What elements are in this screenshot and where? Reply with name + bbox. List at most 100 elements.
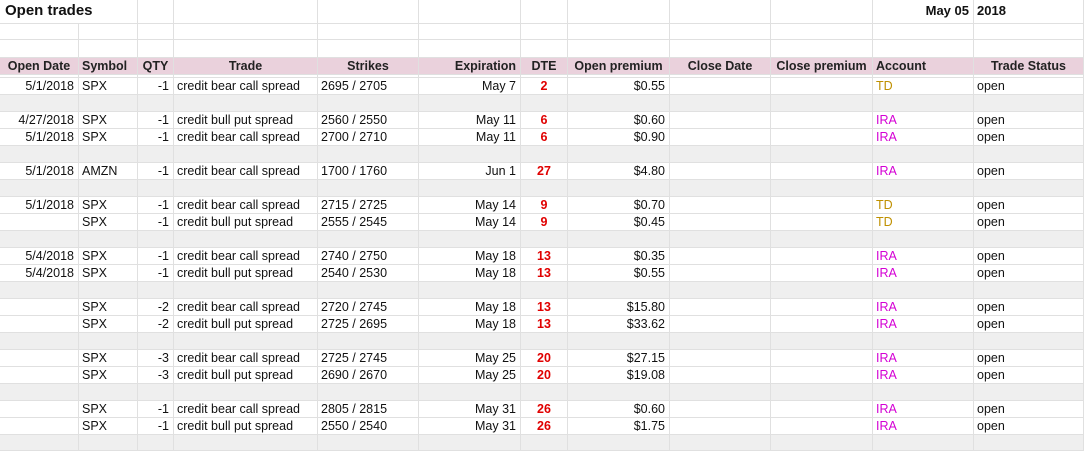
cell-account[interactable]: IRA — [873, 265, 974, 282]
cell-expiration[interactable]: May 18 — [419, 265, 521, 282]
cell-close-date[interactable] — [670, 78, 771, 95]
cell[interactable] — [0, 180, 79, 197]
column-header[interactable]: Symbol — [79, 58, 138, 75]
column-header[interactable]: Close Date — [670, 58, 771, 75]
cell[interactable] — [521, 40, 568, 58]
cell[interactable] — [568, 384, 670, 401]
cell-dte[interactable]: 2 — [521, 78, 568, 95]
cell-qty[interactable]: -1 — [138, 214, 174, 231]
cell-open-premium[interactable]: $0.45 — [568, 214, 670, 231]
cell-account[interactable]: TD — [873, 214, 974, 231]
cell[interactable] — [419, 40, 521, 58]
cell-qty[interactable]: -2 — [138, 299, 174, 316]
cell[interactable] — [568, 333, 670, 350]
cell[interactable] — [873, 384, 974, 401]
cell[interactable] — [419, 384, 521, 401]
cell[interactable] — [974, 146, 1084, 163]
cell[interactable] — [568, 40, 670, 58]
cell-strikes[interactable]: 2720 / 2745 — [318, 299, 419, 316]
cell[interactable] — [174, 231, 318, 248]
cell-close-date[interactable] — [670, 197, 771, 214]
cell-account[interactable]: IRA — [873, 129, 974, 146]
cell-qty[interactable]: -3 — [138, 367, 174, 384]
cell-strikes[interactable]: 2725 / 2745 — [318, 350, 419, 367]
cell[interactable] — [974, 282, 1084, 299]
cell-symbol[interactable]: SPX — [79, 197, 138, 214]
cell[interactable] — [873, 95, 974, 112]
cell-expiration[interactable]: May 31 — [419, 418, 521, 435]
cell-dte[interactable]: 13 — [521, 299, 568, 316]
cell-open-premium[interactable]: $19.08 — [568, 367, 670, 384]
cell-close-premium[interactable] — [771, 112, 873, 129]
cell-symbol[interactable]: SPX — [79, 299, 138, 316]
cell-strikes[interactable]: 2690 / 2670 — [318, 367, 419, 384]
cell[interactable] — [670, 333, 771, 350]
cell[interactable] — [568, 231, 670, 248]
cell[interactable] — [670, 146, 771, 163]
cell-symbol[interactable]: SPX — [79, 316, 138, 333]
column-header[interactable]: Close premium — [771, 58, 873, 75]
cell-close-date[interactable] — [670, 163, 771, 180]
cell-status[interactable]: open — [974, 350, 1084, 367]
cell-open-date[interactable] — [0, 316, 79, 333]
cell-dte[interactable]: 26 — [521, 418, 568, 435]
cell[interactable] — [138, 24, 174, 40]
cell[interactable] — [419, 231, 521, 248]
cell[interactable] — [670, 384, 771, 401]
cell-close-date[interactable] — [670, 248, 771, 265]
cell[interactable] — [419, 333, 521, 350]
cell-symbol[interactable]: AMZN — [79, 163, 138, 180]
cell-trade[interactable]: credit bull put spread — [174, 316, 318, 333]
cell-strikes[interactable]: 2740 / 2750 — [318, 248, 419, 265]
cell-dte[interactable]: 9 — [521, 214, 568, 231]
cell[interactable] — [419, 435, 521, 451]
cell[interactable] — [873, 333, 974, 350]
cell[interactable] — [318, 146, 419, 163]
cell-expiration[interactable]: May 18 — [419, 299, 521, 316]
cell-status[interactable]: open — [974, 163, 1084, 180]
cell-close-date[interactable] — [670, 350, 771, 367]
cell[interactable] — [568, 282, 670, 299]
cell-qty[interactable]: -1 — [138, 197, 174, 214]
cell[interactable] — [419, 24, 521, 40]
cell[interactable] — [521, 435, 568, 451]
cell-close-date[interactable] — [670, 418, 771, 435]
cell-trade[interactable]: credit bull put spread — [174, 418, 318, 435]
cell[interactable] — [174, 0, 318, 24]
cell-open-premium[interactable]: $1.75 — [568, 418, 670, 435]
cell[interactable] — [0, 40, 79, 58]
cell[interactable] — [873, 146, 974, 163]
cell[interactable] — [521, 180, 568, 197]
cell[interactable] — [771, 282, 873, 299]
cell[interactable] — [568, 180, 670, 197]
cell-symbol[interactable]: SPX — [79, 129, 138, 146]
cell[interactable] — [670, 24, 771, 40]
cell[interactable] — [670, 180, 771, 197]
cell[interactable] — [873, 231, 974, 248]
cell[interactable] — [419, 95, 521, 112]
cell-status[interactable]: open — [974, 78, 1084, 95]
cell[interactable] — [79, 384, 138, 401]
cell-qty[interactable]: -1 — [138, 265, 174, 282]
cell[interactable] — [974, 24, 1084, 40]
cell[interactable] — [138, 180, 174, 197]
cell-expiration[interactable]: May 25 — [419, 367, 521, 384]
cell[interactable] — [79, 180, 138, 197]
cell[interactable] — [79, 146, 138, 163]
cell-open-date[interactable]: 4/27/2018 — [0, 112, 79, 129]
cell[interactable] — [670, 95, 771, 112]
cell-qty[interactable]: -1 — [138, 112, 174, 129]
cell-status[interactable]: open — [974, 418, 1084, 435]
cell-open-date[interactable] — [0, 214, 79, 231]
cell-status[interactable]: open — [974, 129, 1084, 146]
cell-account[interactable]: TD — [873, 78, 974, 95]
cell-close-premium[interactable] — [771, 418, 873, 435]
cell-close-premium[interactable] — [771, 316, 873, 333]
cell-open-date[interactable]: 5/1/2018 — [0, 129, 79, 146]
cell[interactable] — [318, 95, 419, 112]
cell[interactable] — [318, 0, 419, 24]
cell[interactable] — [419, 146, 521, 163]
cell[interactable] — [521, 95, 568, 112]
cell[interactable] — [0, 435, 79, 451]
cell-open-premium[interactable]: $0.55 — [568, 78, 670, 95]
